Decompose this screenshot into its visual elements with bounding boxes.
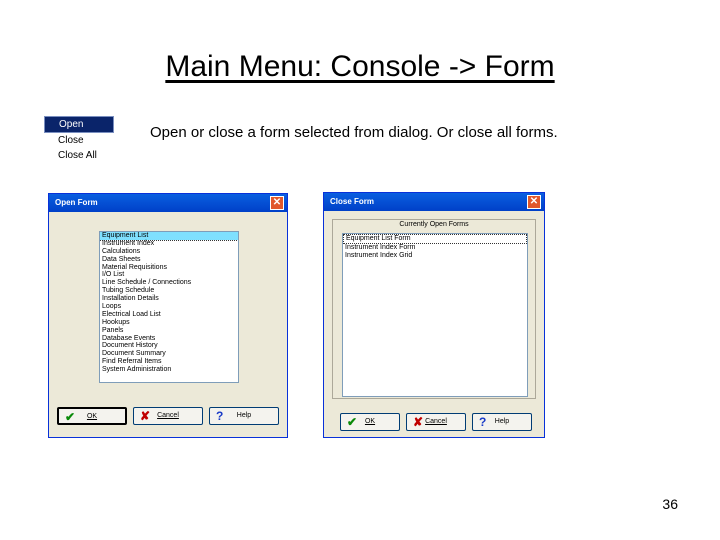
list-item[interactable]: Document Summary [100,350,238,358]
list-item[interactable]: Document History [100,342,238,350]
open-forms-group-label: Currently Open Forms [399,221,469,228]
ok-label: OK [86,413,98,420]
help-button[interactable]: ? Help [209,407,279,425]
page-number: 36 [662,496,678,512]
cancel-label: Cancel [425,418,447,425]
list-item[interactable]: Installation Details [100,295,238,303]
list-item[interactable]: Database Events [100,335,238,343]
list-item[interactable]: Data Sheets [100,256,238,264]
list-item[interactable]: Instrument Index Form [343,244,527,252]
list-item[interactable]: Find Referral Items [100,358,238,366]
close-form-list[interactable]: Equipment List Form Instrument Index For… [342,233,528,397]
help-button[interactable]: ? Help [472,413,532,431]
open-form-list[interactable]: Equipment List Instrument Index Calculat… [99,231,239,383]
ok-button[interactable]: ✔ OK [340,413,400,431]
help-label: Help [236,412,252,419]
list-item[interactable]: Calculations [100,248,238,256]
ok-button[interactable]: ✔ OK [57,407,127,425]
list-item[interactable]: Hookups [100,319,238,327]
list-item[interactable]: Instrument Index Grid [343,252,527,260]
cancel-button[interactable]: ✘ Cancel [406,413,466,431]
menu-item-open[interactable]: Open [44,116,114,133]
list-item[interactable]: Electrical Load List [100,311,238,319]
list-item[interactable]: Material Requisitions [100,264,238,272]
close-form-dialog: Close Form ✕ Currently Open Forms Equipm… [323,192,545,438]
ok-label: OK [364,418,376,425]
cancel-label: Cancel [157,412,179,419]
open-form-dialog: Open Form ✕ Equipment List Instrument In… [48,193,288,438]
close-form-title: Close Form [330,197,375,206]
open-form-titlebar: Open Form ✕ [49,194,287,212]
list-item[interactable]: Equipment List Form [343,234,527,244]
list-item[interactable]: System Administration [100,366,238,374]
list-item[interactable]: Instrument Index [100,240,238,248]
cancel-button[interactable]: ✘ Cancel [133,407,203,425]
list-item[interactable]: Tubing Schedule [100,287,238,295]
menu-item-close[interactable]: Close [44,133,114,148]
close-icon[interactable]: ✕ [527,195,541,209]
slide-description: Open or close a form selected from dialo… [150,124,558,141]
list-item[interactable]: I/O List [100,271,238,279]
slide-title: Main Menu: Console -> Form [165,50,555,83]
help-label: Help [494,418,510,425]
open-form-title: Open Form [55,198,98,207]
console-form-menu: Open Close Close All [44,116,114,163]
close-icon[interactable]: ✕ [270,196,284,210]
menu-item-close-all[interactable]: Close All [44,148,114,163]
list-item[interactable]: Line Schedule / Connections [100,279,238,287]
list-item[interactable]: Equipment List [100,232,238,241]
list-item[interactable]: Loops [100,303,238,311]
list-item[interactable]: Panels [100,327,238,335]
close-form-titlebar: Close Form ✕ [324,193,544,211]
